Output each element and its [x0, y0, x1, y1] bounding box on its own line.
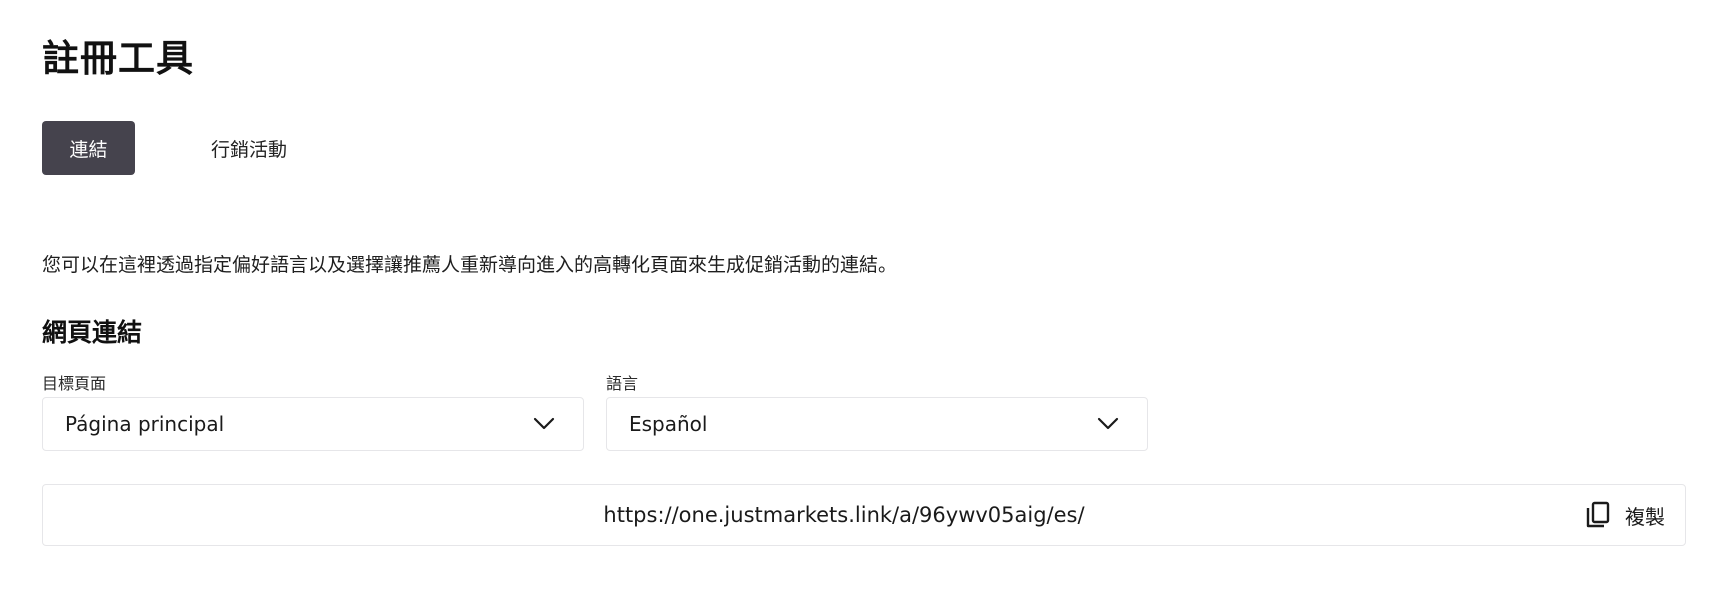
language-label: 語言	[606, 374, 639, 393]
page-title: 註冊工具	[42, 37, 194, 80]
section-title-web-link: 網頁連結	[42, 318, 143, 347]
copy-icon	[1586, 501, 1610, 528]
generated-link-box: https://one.justmarkets.link/a/96ywv05ai…	[42, 484, 1686, 546]
language-select[interactable]: Español	[606, 397, 1148, 451]
target-page-label: 目標頁面	[42, 374, 107, 393]
target-page-value: Página principal	[65, 412, 225, 436]
description-text: 您可以在這裡透過指定偏好語言以及選擇讓推薦人重新導向進入的高轉化頁面來生成促銷活…	[42, 254, 898, 276]
target-page-select[interactable]: Página principal	[42, 397, 584, 451]
chevron-down-icon	[1097, 417, 1119, 430]
copy-label: 複製	[1625, 504, 1665, 529]
generated-link-url[interactable]: https://one.justmarkets.link/a/96ywv05ai…	[43, 485, 1685, 545]
tab-bar: 連結 行銷活動	[42, 121, 291, 175]
copy-button[interactable]: 複製	[1585, 485, 1665, 545]
language-value: Español	[629, 412, 708, 436]
chevron-down-icon	[533, 417, 555, 430]
tab-links[interactable]: 連結	[42, 121, 135, 175]
tab-campaigns[interactable]: 行銷活動	[207, 121, 291, 175]
registration-tools-page: 註冊工具 連結 行銷活動 您可以在這裡透過指定偏好語言以及選擇讓推薦人重新導向進…	[0, 0, 1730, 600]
